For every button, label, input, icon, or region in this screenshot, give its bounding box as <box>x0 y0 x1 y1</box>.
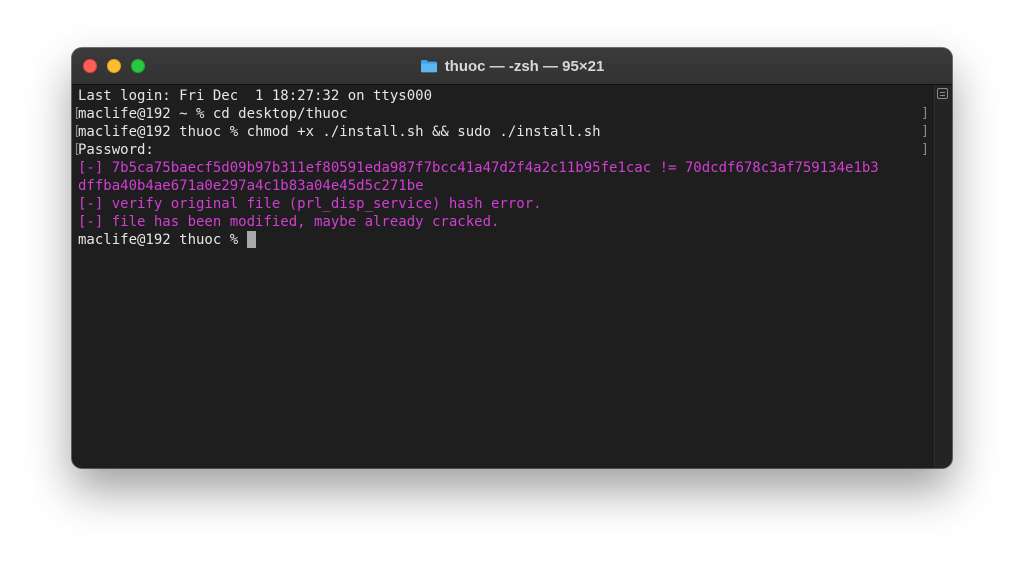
mark-bracket-left: [ <box>73 106 81 121</box>
terminal-line: [-] file has been modified, maybe alread… <box>78 213 931 231</box>
terminal-line-text: [-] verify original file (prl_disp_servi… <box>78 196 542 212</box>
terminal-line-text: maclife@192 thuoc % chmod +x ./install.s… <box>78 124 601 140</box>
mark-bracket-right: ] <box>921 106 929 121</box>
mark-bracket-right: ] <box>921 142 929 157</box>
desktop-background: thuoc — -zsh — 95×21 Last login: Fri Dec… <box>0 0 1024 563</box>
terminal-line-text: [-] 7b5ca75baecf5d09b97b311ef80591eda987… <box>78 160 879 176</box>
terminal-line: [-] 7b5ca75baecf5d09b97b311ef80591eda987… <box>78 159 931 177</box>
scroll-marker-icon[interactable] <box>937 88 948 99</box>
mark-bracket-left: [ <box>73 124 81 139</box>
title-bar[interactable]: thuoc — -zsh — 95×21 <box>72 48 952 85</box>
terminal-line: Last login: Fri Dec 1 18:27:32 on ttys00… <box>78 87 931 105</box>
terminal-line: [maclife@192 ~ % cd desktop/thuoc] <box>73 105 931 123</box>
mark-bracket-left: [ <box>73 142 81 157</box>
window-title-text: thuoc — -zsh — 95×21 <box>444 57 605 75</box>
terminal-line: dffba40b4ae671a0e297a4c1b83a04e45d5c271b… <box>78 177 931 195</box>
terminal-window: thuoc — -zsh — 95×21 Last login: Fri Dec… <box>72 48 952 468</box>
terminal-line-text: maclife@192 ~ % cd desktop/thuoc <box>78 106 348 122</box>
folder-icon <box>420 60 437 73</box>
terminal-line-text: Password: <box>78 142 154 158</box>
terminal-line-text: Last login: Fri Dec 1 18:27:32 on ttys00… <box>78 88 433 104</box>
terminal-line-text: dffba40b4ae671a0e297a4c1b83a04e45d5c271b… <box>78 178 424 194</box>
text-cursor <box>246 231 256 248</box>
terminal-line: [maclife@192 thuoc % chmod +x ./install.… <box>73 123 931 141</box>
terminal-line-text: [-] file has been modified, maybe alread… <box>78 214 500 230</box>
vertical-scrollbar[interactable] <box>934 85 952 468</box>
prompt-line[interactable]: maclife@192 thuoc % <box>78 231 931 249</box>
window-title: thuoc — -zsh — 95×21 <box>72 48 952 84</box>
terminal-content[interactable]: Last login: Fri Dec 1 18:27:32 on ttys00… <box>72 85 935 468</box>
prompt-text: maclife@192 thuoc % <box>78 232 247 248</box>
terminal-line: [Password:] <box>73 141 931 159</box>
mark-bracket-right: ] <box>921 124 929 139</box>
terminal-output[interactable]: Last login: Fri Dec 1 18:27:32 on ttys00… <box>73 87 931 249</box>
terminal-line: [-] verify original file (prl_disp_servi… <box>78 195 931 213</box>
